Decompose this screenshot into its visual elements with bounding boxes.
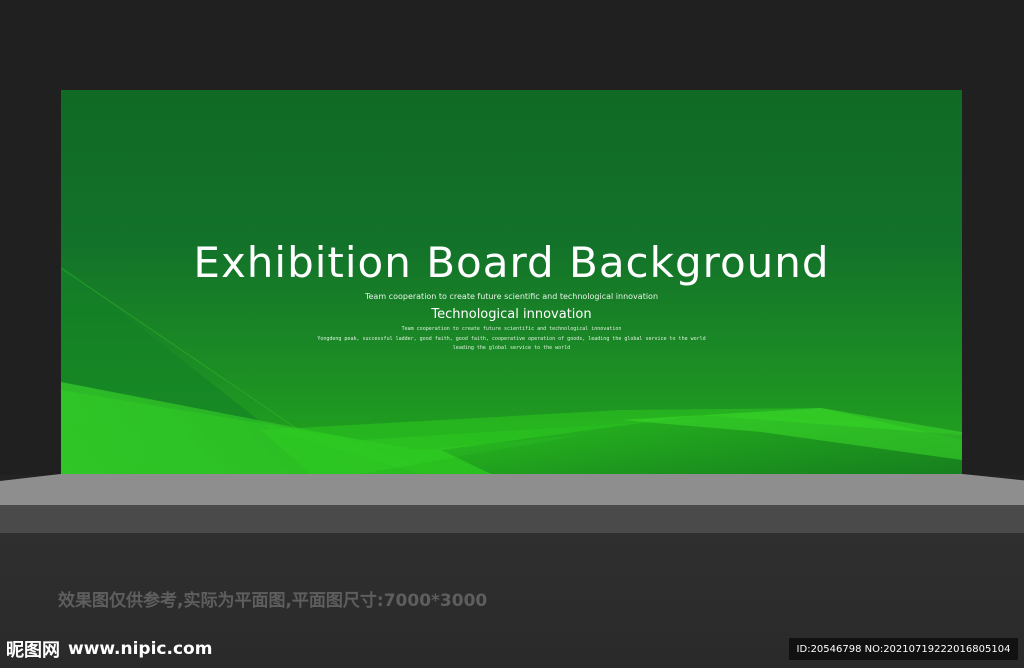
board-title: Exhibition Board Background bbox=[193, 238, 830, 287]
board-subtitle-small: Team cooperation to create future scient… bbox=[364, 292, 659, 301]
image-id-strip: ID:20546798 NO:20210719222016805104 bbox=[789, 638, 1018, 660]
board-text-line-1: Team cooperation to create future scient… bbox=[401, 326, 622, 332]
stage-front bbox=[0, 505, 1024, 533]
stage-floor bbox=[0, 474, 1024, 506]
board-subtitle-main: Technological innovation bbox=[431, 307, 592, 322]
board-text-line-3: leading the global service to the world bbox=[452, 345, 571, 351]
nipic-logo-icon: 昵图网 bbox=[6, 640, 60, 661]
scene: Exhibition Board Background Team coopera… bbox=[0, 0, 1024, 668]
watermark-url: www.nipic.com bbox=[68, 639, 213, 659]
watermark-logo: 昵图网 www.nipic.com bbox=[6, 636, 212, 662]
exhibition-board: Exhibition Board Background Team coopera… bbox=[61, 90, 962, 474]
size-note: 效果图仅供参考,实际为平面图,平面图尺寸:7000*3000 bbox=[58, 591, 488, 611]
board-text-line-2: Yongdeng peak, successful ladder, good f… bbox=[317, 336, 706, 342]
